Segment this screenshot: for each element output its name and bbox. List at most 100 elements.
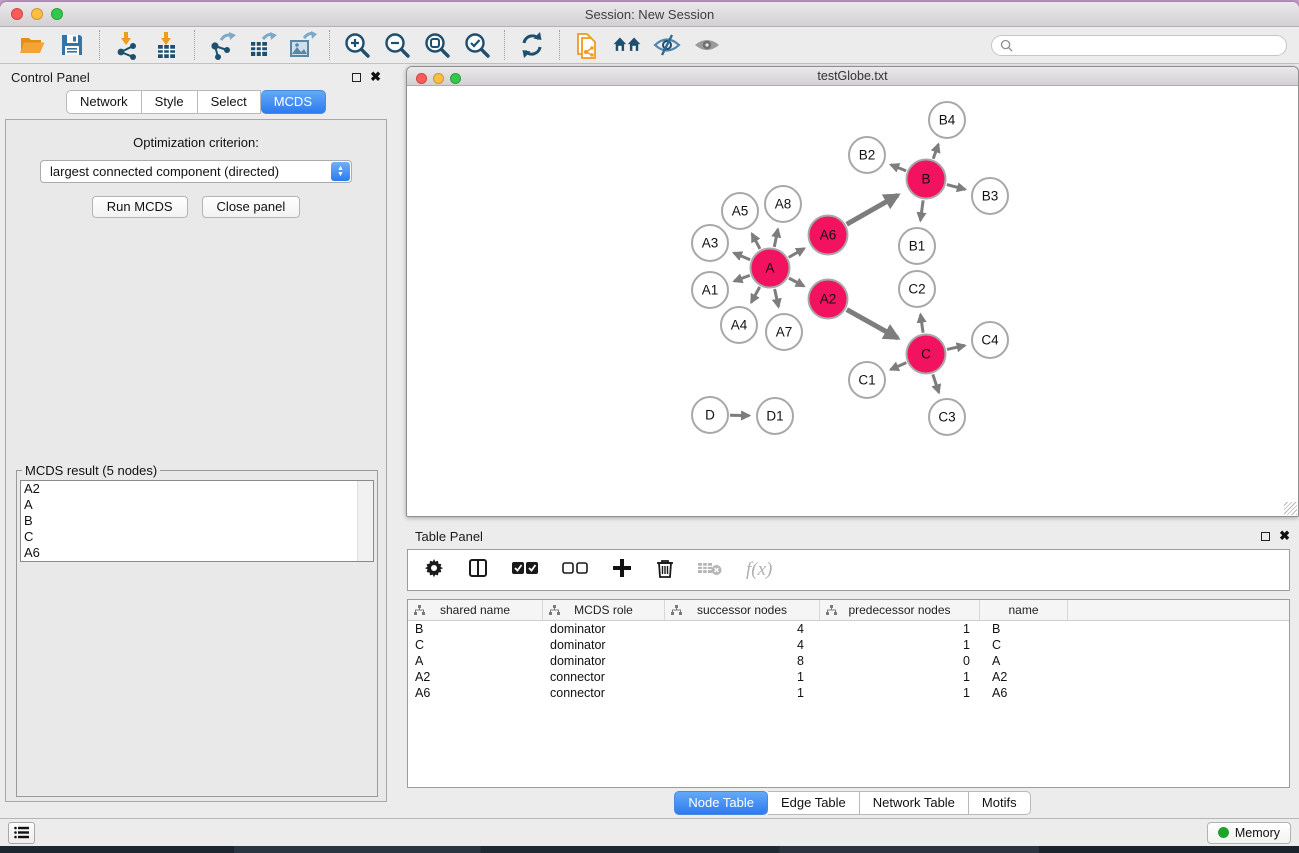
mcds-result-list[interactable]: A2ABCA6 (20, 480, 374, 562)
delete-table-button[interactable] (698, 560, 722, 581)
tab-edge-table[interactable]: Edge Table (768, 791, 860, 815)
result-scrollbar[interactable] (357, 481, 373, 561)
task-history-button[interactable] (8, 822, 35, 844)
graph-edge-A-A4[interactable] (751, 287, 759, 302)
table-cell[interactable]: A (408, 653, 543, 669)
graph-edge-B-B3[interactable] (947, 185, 965, 190)
table-cell[interactable]: connector (543, 685, 665, 701)
show-columns-button[interactable] (468, 558, 488, 583)
table-cell[interactable]: B (408, 621, 543, 637)
table-cell[interactable]: dominator (543, 653, 665, 669)
export-table-button[interactable] (247, 30, 277, 60)
graph-edge-C-C4[interactable] (947, 346, 965, 350)
graph-edge-A-A3[interactable] (734, 253, 750, 260)
minimize-window-button[interactable] (31, 8, 43, 20)
table-row[interactable]: A2connector11A2 (408, 669, 1289, 685)
network-minimize-button[interactable] (433, 73, 444, 84)
column-header-successor-nodes[interactable]: successor nodes (665, 600, 820, 620)
column-header-shared-name[interactable]: shared name (408, 600, 543, 620)
mcds-result-item[interactable]: A6 (21, 545, 373, 561)
delete-rows-button[interactable] (656, 558, 674, 583)
table-cell[interactable]: A6 (408, 685, 543, 701)
table-cell[interactable]: dominator (543, 637, 665, 653)
mcds-result-item[interactable]: C (21, 529, 373, 545)
table-cell[interactable]: 4 (665, 621, 820, 637)
zoom-in-button[interactable] (342, 30, 372, 60)
import-network-button[interactable] (112, 30, 142, 60)
graph-edge-C-C1[interactable] (891, 363, 907, 370)
table-cell[interactable]: 8 (665, 653, 820, 669)
graph-edge-A2-C[interactable] (847, 310, 898, 339)
network-close-button[interactable] (416, 73, 427, 84)
network-canvas[interactable]: AA1A2A3A4A5A6A7A8BB1B2B3B4CC1C2C3C4DD1 (407, 86, 1298, 516)
mcds-result-item[interactable]: A (21, 497, 373, 513)
tab-network-table[interactable]: Network Table (860, 791, 969, 815)
clone-network-button[interactable] (572, 30, 602, 60)
graph-edge-C-C2[interactable] (921, 315, 924, 333)
table-cell[interactable]: 1 (820, 685, 980, 701)
graph-edge-B-B2[interactable] (891, 165, 906, 171)
open-session-button[interactable] (17, 30, 47, 60)
mcds-result-item[interactable]: A2 (21, 481, 373, 497)
table-cell[interactable]: C (980, 637, 1068, 653)
close-window-button[interactable] (11, 8, 23, 20)
table-cell[interactable]: 1 (665, 685, 820, 701)
table-row[interactable]: Bdominator41B (408, 621, 1289, 637)
float-panel-icon[interactable] (352, 73, 361, 82)
hide-eye-button[interactable] (652, 30, 682, 60)
optimization-criterion-dropdown[interactable]: largest connected component (directed) ▲… (40, 160, 352, 183)
mcds-result-item[interactable]: B (21, 513, 373, 529)
column-header-MCDS-role[interactable]: MCDS role (543, 600, 665, 620)
table-cell[interactable]: A (980, 653, 1068, 669)
memory-button[interactable]: Memory (1207, 822, 1291, 844)
table-cell[interactable]: connector (543, 669, 665, 685)
search-input[interactable] (1018, 38, 1278, 52)
tab-motifs[interactable]: Motifs (969, 791, 1031, 815)
close-panel-icon[interactable]: ✖ (1279, 531, 1290, 541)
search-box[interactable] (991, 35, 1287, 56)
table-cell[interactable]: 1 (820, 621, 980, 637)
deselect-all-button[interactable] (562, 561, 588, 580)
table-cell[interactable]: A2 (980, 669, 1068, 685)
table-row[interactable]: Cdominator41C (408, 637, 1289, 653)
table-cell[interactable]: A2 (408, 669, 543, 685)
table-cell[interactable]: 1 (665, 669, 820, 685)
zoom-selected-button[interactable] (462, 30, 492, 60)
graph-edge-A-A5[interactable] (752, 234, 760, 249)
tab-mcds[interactable]: MCDS (261, 90, 326, 114)
table-row[interactable]: Adominator80A (408, 653, 1289, 669)
graph-edge-A-A1[interactable] (734, 275, 750, 281)
resize-grip-icon[interactable] (1284, 502, 1297, 515)
table-cell[interactable]: dominator (543, 621, 665, 637)
column-header-predecessor-nodes[interactable]: predecessor nodes (820, 600, 980, 620)
zoom-fit-button[interactable] (422, 30, 452, 60)
table-cell[interactable]: B (980, 621, 1068, 637)
table-cell[interactable]: A6 (980, 685, 1068, 701)
table-row[interactable]: A6connector11A6 (408, 685, 1289, 701)
table-cell[interactable]: 4 (665, 637, 820, 653)
zoom-window-button[interactable] (51, 8, 63, 20)
network-zoom-button[interactable] (450, 73, 461, 84)
table-cell[interactable]: 0 (820, 653, 980, 669)
graph-edge-B-B1[interactable] (920, 200, 923, 220)
zoom-out-button[interactable] (382, 30, 412, 60)
close-panel-icon[interactable]: ✖ (370, 72, 381, 82)
function-builder-button[interactable]: f(x) (746, 559, 772, 581)
tab-style[interactable]: Style (142, 90, 198, 114)
close-panel-button[interactable]: Close panel (202, 196, 301, 218)
tab-node-table[interactable]: Node Table (674, 791, 768, 815)
export-network-button[interactable] (207, 30, 237, 60)
graph-edge-A-A7[interactable] (775, 289, 779, 307)
tab-select[interactable]: Select (198, 90, 261, 114)
save-session-button[interactable] (57, 30, 87, 60)
table-cell[interactable]: C (408, 637, 543, 653)
graph-edge-A-A6[interactable] (789, 249, 805, 258)
graph-edge-B-B4[interactable] (933, 144, 938, 158)
import-table-button[interactable] (152, 30, 182, 60)
settings-gear-button[interactable] (424, 558, 444, 583)
home-pages-button[interactable] (612, 30, 642, 60)
show-eye-button[interactable] (692, 30, 722, 60)
refresh-button[interactable] (517, 30, 547, 60)
export-image-button[interactable] (287, 30, 317, 60)
graph-edge-C-C3[interactable] (933, 374, 939, 392)
